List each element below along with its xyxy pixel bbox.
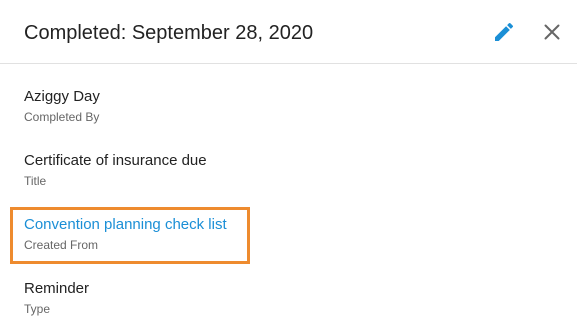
field-completed-by: Aziggy Day Completed By bbox=[24, 87, 100, 125]
field-value: Certificate of insurance due bbox=[24, 152, 207, 169]
close-icon bbox=[544, 24, 560, 40]
field-title: Certificate of insurance due Title bbox=[24, 151, 207, 189]
pencil-icon bbox=[495, 22, 514, 41]
field-label: Title bbox=[24, 174, 47, 188]
panel-title: Completed: September 28, 2020 bbox=[24, 22, 314, 44]
field-value: Reminder bbox=[24, 280, 90, 297]
edit-button[interactable] bbox=[492, 20, 516, 44]
field-value: Aziggy Day bbox=[24, 88, 100, 105]
field-type: Reminder Type bbox=[24, 279, 89, 317]
panel-header: Completed: September 28, 2020 bbox=[0, 0, 577, 64]
field-created-from: Convention planning check list Created F… bbox=[24, 215, 227, 253]
details-panel: Completed: September 28, 2020 Aziggy Day… bbox=[0, 0, 577, 330]
field-label: Completed By bbox=[24, 110, 100, 124]
close-button[interactable] bbox=[540, 20, 564, 44]
created-from-link[interactable]: Convention planning check list bbox=[24, 215, 227, 235]
field-label: Type bbox=[24, 302, 51, 316]
field-label: Created From bbox=[24, 238, 99, 252]
